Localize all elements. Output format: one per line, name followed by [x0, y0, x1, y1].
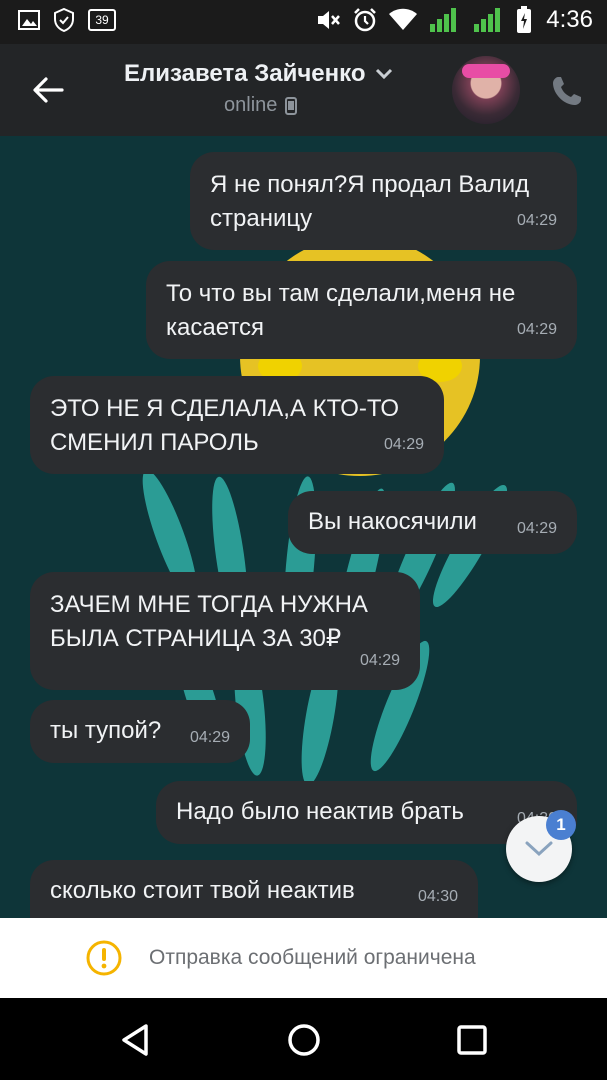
message-time: 04:29 [359, 652, 400, 669]
back-button[interactable] [28, 70, 68, 110]
message-time: 04:30 [417, 888, 458, 905]
shield-icon [54, 8, 74, 32]
chevron-down-icon [376, 68, 393, 80]
mute-icon [316, 9, 342, 31]
system-nav-bar [0, 998, 607, 1080]
battery-icon [516, 6, 532, 34]
call-button[interactable] [550, 74, 584, 108]
restriction-text: Отправка сообщений ограничена [149, 946, 476, 969]
message-text: Я не понял?Я продал Валид страницу [210, 171, 530, 232]
incoming-message[interactable]: ЭТО НЕ Я СДЕЛАЛА,А КТО-ТО СМЕНИЛ ПАРОЛЬ … [30, 376, 444, 474]
nav-recents-icon [457, 1025, 487, 1055]
chevron-down-icon [525, 841, 553, 857]
phone-icon [285, 96, 298, 115]
signal-icon [472, 6, 506, 34]
incoming-message[interactable]: сколько стоит твой неактив 04:30 [30, 860, 478, 918]
alarm-icon [352, 7, 378, 33]
message-text: Надо было неактив брать [176, 798, 464, 825]
message-text: ЗАЧЕМ МНЕ ТОГДА НУЖНА БЫЛА СТРАНИЦА ЗА 3… [50, 591, 368, 652]
message-time: 04:29 [189, 729, 230, 746]
contact-name: Елизавета Зайченко [124, 60, 366, 87]
chat-header: Елизавета Зайченко online [0, 44, 607, 136]
incoming-message[interactable]: ты тупой? 04:29 [30, 700, 250, 763]
message-time: 04:29 [383, 436, 424, 453]
notification-count-badge: 39 [88, 9, 116, 31]
outgoing-message[interactable]: То что вы там сделали,меня не касается 0… [146, 261, 577, 359]
message-time: 04:29 [516, 321, 557, 338]
warning-icon [86, 940, 122, 976]
message-time: 04:29 [516, 212, 557, 229]
back-arrow-icon [33, 77, 64, 103]
message-text: сколько стоит твой неактив [50, 877, 355, 904]
call-icon [553, 77, 581, 105]
signal-icon [428, 6, 462, 34]
wifi-icon [388, 8, 418, 32]
unread-count-badge: 1 [546, 810, 576, 840]
nav-home-icon [288, 1024, 320, 1056]
nav-recents-button[interactable] [452, 1020, 492, 1060]
message-text: ЭТО НЕ Я СДЕЛАЛА,А КТО-ТО СМЕНИЛ ПАРОЛЬ [50, 395, 400, 456]
message-text: То что вы там сделали,меня не касается [166, 280, 516, 341]
messaging-restricted-bar: Отправка сообщений ограничена [0, 918, 607, 998]
message-time: 04:29 [516, 520, 557, 537]
nav-back-button[interactable] [116, 1020, 156, 1060]
clock: 4:36 [546, 6, 593, 33]
status-bar: 39 4:36 [0, 0, 607, 44]
contact-name-button[interactable]: Елизавета Зайченко [124, 60, 393, 88]
outgoing-message[interactable]: Я не понял?Я продал Валид страницу 04:29 [190, 152, 577, 250]
nav-back-icon [122, 1024, 148, 1056]
outgoing-message[interactable]: Вы накосячили 04:29 [288, 491, 577, 554]
presence-status: online [224, 94, 298, 117]
nav-home-button[interactable] [284, 1020, 324, 1060]
status-text: online [224, 94, 278, 116]
image-icon [18, 10, 40, 30]
incoming-message[interactable]: ЗАЧЕМ МНЕ ТОГДА НУЖНА БЫЛА СТРАНИЦА ЗА 3… [30, 572, 420, 690]
message-list[interactable]: Я не понял?Я продал Валид страницу 04:29… [0, 136, 607, 918]
avatar[interactable] [452, 56, 520, 124]
